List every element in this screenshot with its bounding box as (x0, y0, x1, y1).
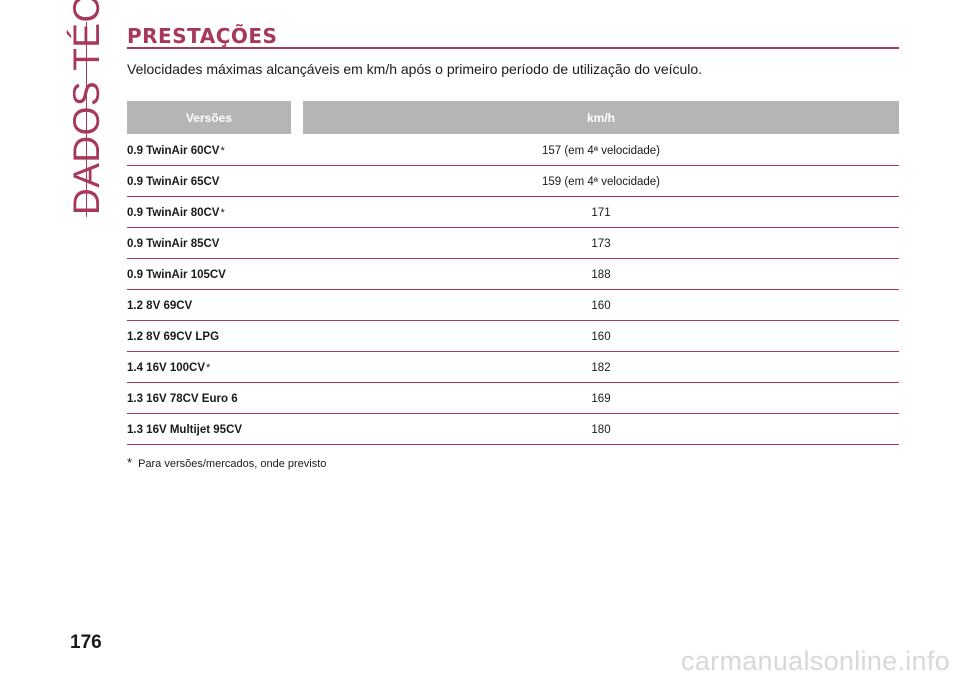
table-row: 1.2 8V 69CV 160 (127, 290, 899, 321)
kmh-cell: 160 (591, 331, 611, 343)
watermark: carmanualsonline.info (681, 646, 950, 676)
version-cell: 1.3 16V Multijet 95CV (127, 424, 243, 436)
version-cell: 1.2 8V 69CV LPG (127, 331, 220, 343)
kmh-cell: 182 (591, 362, 611, 374)
version-cell: 0.9 TwinAir 105CV (127, 269, 226, 281)
version-cell: 1.2 8V 69CV (127, 300, 193, 312)
table-row: 1.4 16V 100CV* 182 (127, 352, 899, 383)
version-cell: 0.9 TwinAir 85CV (127, 238, 220, 250)
footnote-marker: * (206, 362, 211, 374)
footnote-text: Para versões/mercados, onde previsto (138, 458, 327, 470)
version-cell: 1.3 16V 78CV Euro 6 (127, 393, 238, 405)
table-row: 0.9 TwinAir 105CV 188 (127, 259, 899, 290)
sidebar-divider (86, 22, 87, 217)
table-row: 0.9 TwinAir 80CV* 171 (127, 197, 899, 228)
version-cell: 0.9 TwinAir 80CV* (127, 207, 225, 219)
kmh-cell: 188 (591, 269, 611, 281)
intro-text: Velocidades máximas alcançáveis em km/h … (127, 61, 703, 77)
table-row: 1.3 16V Multijet 95CV 180 (127, 414, 899, 445)
speed-table: 0.9 TwinAir 60CV* 157 (em 4ª velocidade)… (127, 135, 899, 445)
version-cell: 0.9 TwinAir 60CV* (127, 145, 225, 157)
table-row: 0.9 TwinAir 65CV 159 (em 4ª velocidade) (127, 166, 899, 197)
footnote: * Para versões/mercados, onde previsto (127, 455, 326, 470)
page-title: PRESTAÇÕES (127, 24, 278, 48)
table-row: 1.3 16V 78CV Euro 6 169 (127, 383, 899, 414)
footnote-marker: * (127, 455, 133, 470)
table-row: 1.2 8V 69CV LPG 160 (127, 321, 899, 352)
kmh-cell: 180 (591, 424, 611, 436)
kmh-cell: 171 (591, 207, 611, 219)
kmh-cell: 173 (591, 238, 611, 250)
table-row: 0.9 TwinAir 60CV* 157 (em 4ª velocidade) (127, 135, 899, 166)
version-cell: 0.9 TwinAir 65CV (127, 176, 220, 188)
kmh-cell: 169 (591, 393, 611, 405)
column-header-versions: Versões (127, 101, 291, 134)
footnote-marker: * (220, 145, 225, 157)
footnote-marker: * (220, 207, 225, 219)
kmh-cell: 157 (em 4ª velocidade) (541, 145, 661, 157)
column-header-kmh: km/h (303, 101, 899, 134)
table-header: Versões km/h (127, 101, 899, 134)
page-number: 176 (70, 632, 102, 653)
version-cell: 1.4 16V 100CV* (127, 362, 211, 374)
kmh-cell: 160 (591, 300, 611, 312)
kmh-cell: 159 (em 4ª velocidade) (541, 176, 661, 188)
title-divider (127, 47, 899, 49)
table-row: 0.9 TwinAir 85CV 173 (127, 228, 899, 259)
